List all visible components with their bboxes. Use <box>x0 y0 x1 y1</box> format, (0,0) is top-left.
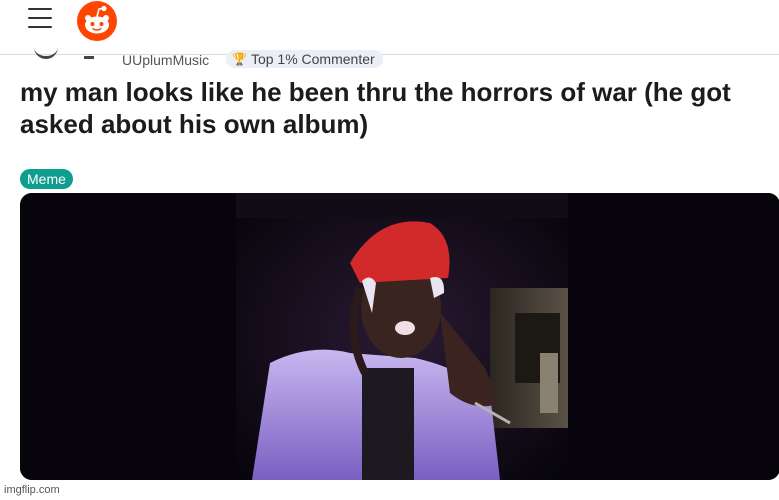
post-flair[interactable]: Meme <box>20 169 73 189</box>
hamburger-menu-icon[interactable] <box>28 8 52 28</box>
avatar[interactable] <box>34 44 58 59</box>
commenter-badge: 🏆 Top 1% Commenter <box>226 50 383 68</box>
video-frame <box>20 193 779 480</box>
imgflip-watermark: imgflip.com <box>4 484 60 496</box>
reddit-logo-icon[interactable] <box>76 0 118 42</box>
top-bar <box>0 0 779 55</box>
post-title[interactable]: my man looks like he been thru the horro… <box>20 76 770 140</box>
badge-label: Top 1% Commenter <box>250 51 375 67</box>
avatar-decoration <box>84 50 94 59</box>
author-username[interactable]: UUplumMusic <box>122 52 209 68</box>
video-player[interactable] <box>20 193 779 480</box>
post-byline: UUplumMusic 🏆 Top 1% Commenter <box>20 50 779 68</box>
commenter-badge-icon: 🏆 <box>232 52 247 66</box>
